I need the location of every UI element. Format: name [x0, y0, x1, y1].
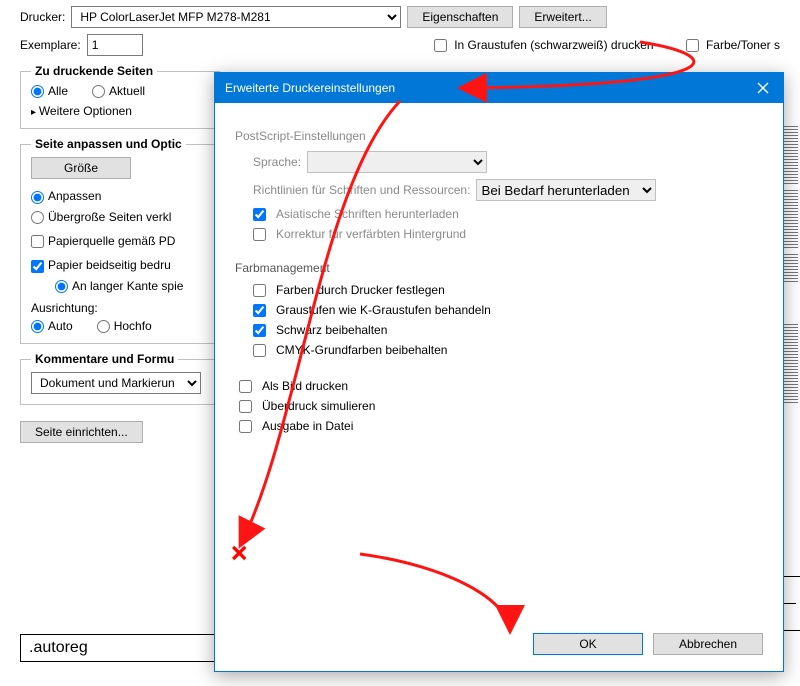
printer-select[interactable]: HP ColorLaserJet MFP M278-M281: [71, 6, 401, 28]
gray-as-k-checkbox[interactable]: [253, 304, 266, 317]
simulate-overprint-checkbox[interactable]: [239, 400, 252, 413]
print-as-image-label: Als Bild drucken: [262, 379, 348, 393]
papersource-checkbox[interactable]: [31, 235, 44, 248]
dialog-title: Erweiterte Druckereinstellungen: [225, 81, 395, 95]
orient-portrait-radio[interactable]: [97, 320, 110, 333]
discolored-bg-checkbox: [253, 228, 266, 241]
preserve-cmyk-checkbox[interactable]: [253, 344, 266, 357]
preserve-black-label: Schwarz beibehalten: [276, 323, 387, 337]
grayscale-option[interactable]: In Graustufen (schwarzweiß) drucken: [434, 38, 654, 52]
guidelines-label: Richtlinien für Schriften und Ressourcen…: [253, 183, 470, 197]
pages-more-toggle[interactable]: Weitere Optionen: [31, 104, 209, 118]
pages-current-radio[interactable]: [92, 85, 105, 98]
oversize-radio[interactable]: [31, 211, 44, 224]
copies-label: Exemplare:: [20, 38, 81, 52]
color-by-printer-label: Farben durch Drucker festlegen: [276, 283, 445, 297]
postscript-section-label: PostScript-Einstellungen: [235, 129, 763, 143]
preserve-cmyk-label: CMYK-Grundfarben beibehalten: [276, 343, 447, 357]
cancel-button[interactable]: Abbrechen: [653, 633, 763, 655]
asian-fonts-label: Asiatische Schriften herunterladen: [276, 207, 459, 221]
ok-button[interactable]: OK: [533, 633, 643, 655]
color-by-printer-checkbox[interactable]: [253, 284, 266, 297]
pages-group: Zu druckende Seiten Alle Aktuell Weitere…: [20, 64, 220, 129]
comments-select[interactable]: Dokument und Markierun: [31, 372, 201, 394]
fit-option[interactable]: Anpassen: [31, 189, 101, 203]
pages-legend: Zu druckende Seiten: [31, 64, 157, 78]
advanced-button[interactable]: Erweitert...: [519, 6, 606, 28]
print-as-image-checkbox[interactable]: [239, 380, 252, 393]
copies-input[interactable]: [87, 34, 143, 56]
grayscale-checkbox[interactable]: [434, 39, 447, 52]
dialog-titlebar[interactable]: Erweiterte Druckereinstellungen: [215, 73, 783, 103]
simulate-overprint-label: Überdruck simulieren: [262, 399, 375, 413]
advanced-print-settings-dialog: Erweiterte Druckereinstellungen PostScri…: [214, 72, 784, 672]
close-icon[interactable]: [743, 73, 783, 103]
comments-legend: Kommentare und Formu: [31, 352, 178, 366]
duplex-checkbox[interactable]: [31, 260, 44, 273]
asian-fonts-checkbox: [253, 208, 266, 221]
preserve-black-checkbox[interactable]: [253, 324, 266, 337]
printer-label: Drucker:: [20, 10, 65, 24]
orientation-label: Ausrichtung:: [31, 301, 209, 315]
save-toner-option[interactable]: Farbe/Toner s: [686, 38, 780, 52]
output-to-file-label: Ausgabe in Datei: [262, 419, 353, 433]
papersource-option[interactable]: Papierquelle gemäß PD: [31, 234, 175, 248]
output-to-file-checkbox[interactable]: [239, 420, 252, 433]
orient-auto-radio[interactable]: [31, 320, 44, 333]
size-legend: Seite anpassen und Optic: [31, 137, 186, 151]
gray-as-k-label: Graustufen wie K-Graustufen behandeln: [276, 303, 491, 317]
orient-auto-option[interactable]: Auto: [31, 319, 73, 333]
orient-portrait-option[interactable]: Hochfo: [97, 319, 152, 333]
size-group: Seite anpassen und Optic Größe Anpassen …: [20, 137, 220, 344]
save-toner-checkbox[interactable]: [686, 39, 699, 52]
discolored-bg-label: Korrektur für verfärbten Hintergrund: [276, 227, 466, 241]
language-select: [307, 151, 487, 173]
page-setup-button[interactable]: Seite einrichten...: [20, 421, 143, 443]
pages-all-option[interactable]: Alle: [31, 84, 68, 98]
oversize-option[interactable]: Übergroße Seiten verkl: [31, 210, 171, 224]
comments-group: Kommentare und Formu Dokument und Markie…: [20, 352, 220, 405]
properties-button[interactable]: Eigenschaften: [407, 6, 513, 28]
pages-all-radio[interactable]: [31, 85, 44, 98]
guidelines-select: Bei Bedarf herunterladen: [476, 179, 656, 201]
fit-radio[interactable]: [31, 191, 44, 204]
color-section-label: Farbmanagement: [235, 261, 763, 275]
language-label: Sprache:: [253, 155, 301, 169]
long-edge-option[interactable]: An langer Kante spie: [55, 279, 183, 293]
pages-current-option[interactable]: Aktuell: [92, 84, 145, 98]
long-edge-radio[interactable]: [55, 280, 68, 293]
duplex-option[interactable]: Papier beidseitig bedru: [31, 258, 171, 272]
size-button[interactable]: Größe: [31, 157, 131, 179]
